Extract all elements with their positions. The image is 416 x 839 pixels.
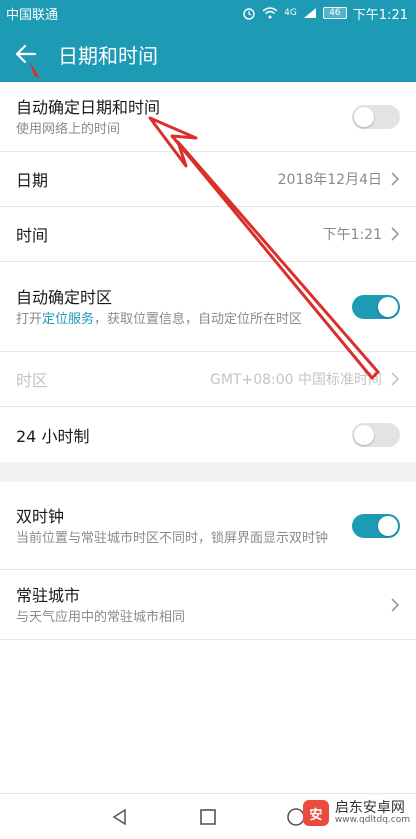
setting-label: 时区 [16, 371, 49, 390]
carrier-name: 中国联通 [6, 7, 59, 23]
watermark-logo: 安 [302, 800, 329, 826]
chevron-right-icon [391, 227, 400, 241]
setting-label: 24 小时制 [16, 426, 90, 446]
network-type: 4G [284, 8, 297, 18]
hour24-toggle[interactable] [352, 422, 400, 447]
setting-summary: 当前位置与常驻城市时区不同时，锁屏界面显示双时钟 [16, 531, 329, 546]
setting-label: 时间 [16, 226, 49, 245]
dual-clock-toggle[interactable] [352, 513, 400, 538]
setting-summary: 使用网络上的时间 [16, 122, 121, 137]
square-icon [200, 808, 216, 825]
chevron-right-icon [391, 597, 400, 612]
date-value: 2018年12月4日 [277, 172, 382, 188]
setting-auto-datetime[interactable]: 自动确定日期和时间 使用网络上的时间 [0, 82, 416, 152]
setting-date[interactable]: 日期 2018年12月4日 [0, 152, 416, 207]
status-bar: 中国联通 4G 46 下午1:21 [0, 0, 416, 26]
app-bar: 日期和时间 [0, 26, 416, 82]
chevron-right-icon [391, 172, 400, 186]
alarm-icon [243, 8, 255, 20]
setting-time[interactable]: 时间 下午1:21 [0, 207, 416, 262]
setting-dual-clock[interactable]: 双时钟 当前位置与常驻城市时区不同时，锁屏界面显示双时钟 [0, 482, 416, 570]
setting-24-hour[interactable]: 24 小时制 [0, 407, 416, 462]
chevron-right-icon [391, 372, 400, 386]
time-value: 下午1:21 [322, 227, 382, 243]
setting-summary: 与天气应用中的常驻城市相同 [16, 610, 186, 625]
settings-list: 自动确定日期和时间 使用网络上的时间 日期 2018年12月4日 时间 下午1:… [0, 82, 416, 640]
watermark-url: www.qdltdq.com [334, 815, 410, 825]
auto-timezone-toggle[interactable] [352, 294, 400, 319]
setting-label: 日期 [16, 171, 49, 190]
back-button[interactable] [0, 26, 52, 82]
page-title: 日期和时间 [58, 43, 158, 68]
setting-home-city[interactable]: 常驻城市 与天气应用中的常驻城市相同 [0, 570, 416, 640]
timezone-value: GMT+08:00 中国标准时间 [209, 372, 382, 388]
triangle-back-icon [112, 808, 126, 825]
setting-label: 自动确定日期和时间 [16, 98, 161, 117]
watermark-name: 启东安卓网 [334, 800, 405, 816]
nav-recents-button[interactable] [196, 805, 220, 829]
arrow-left-icon [15, 44, 37, 64]
status-time: 下午1:21 [352, 7, 408, 23]
setting-label: 双时钟 [16, 507, 65, 526]
status-icons: 4G 46 下午1:21 [242, 4, 408, 23]
watermark: 安 启东安卓网 www.qdltdq.com [302, 800, 410, 826]
battery-icon: 46 [322, 7, 347, 19]
nav-back-button[interactable] [108, 805, 132, 829]
toggle-knob [378, 296, 398, 317]
toggle-knob [354, 424, 374, 445]
wifi-icon [262, 7, 278, 19]
battery-level: 46 [329, 8, 341, 18]
summary-text: ，获取位置信息，自动定位所在时区 [94, 312, 303, 327]
setting-auto-timezone[interactable]: 自动确定时区 打开定位服务，获取位置信息，自动定位所在时区 [0, 262, 416, 352]
setting-timezone: 时区 GMT+08:00 中国标准时间 [0, 352, 416, 407]
setting-label: 常驻城市 [16, 586, 81, 605]
auto-datetime-toggle[interactable] [352, 104, 400, 129]
summary-text: 打开 [16, 312, 43, 327]
signal-icon [303, 8, 316, 18]
setting-label: 自动确定时区 [16, 288, 113, 307]
toggle-knob [378, 515, 398, 536]
group-divider [0, 462, 416, 482]
location-service-link[interactable]: 定位服务 [42, 312, 94, 327]
setting-summary: 打开定位服务，获取位置信息，自动定位所在时区 [16, 311, 332, 329]
toggle-knob [354, 106, 374, 127]
